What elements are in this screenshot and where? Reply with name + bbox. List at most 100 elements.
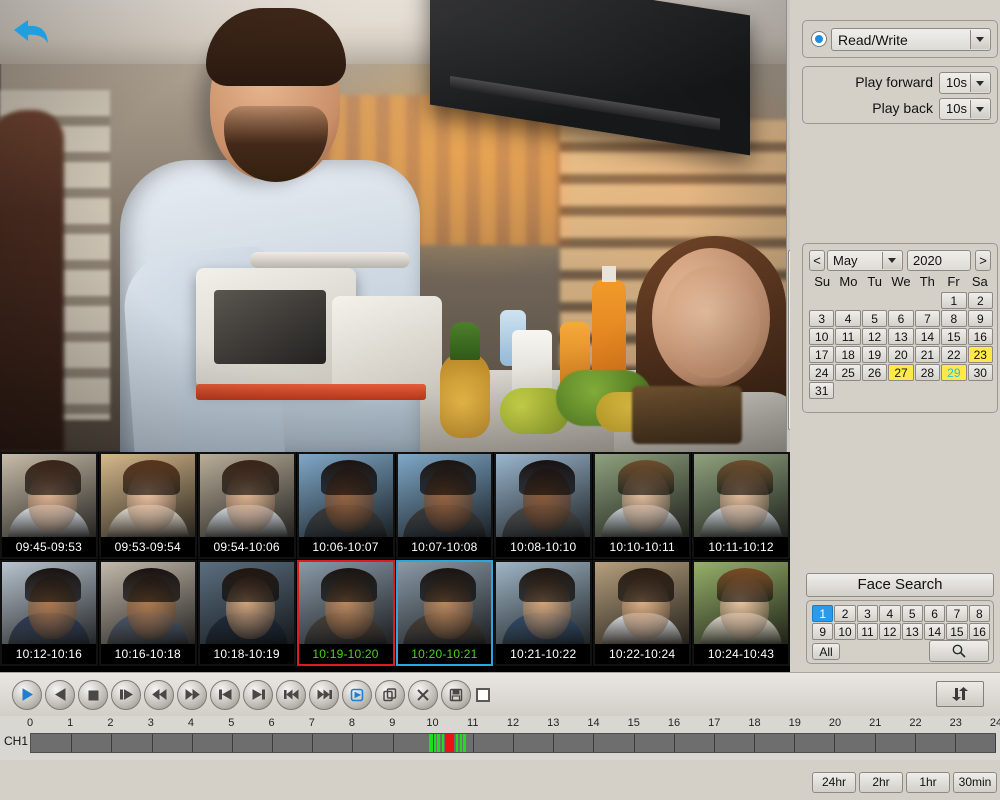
calendar-day-28[interactable]: 28 [915,364,940,381]
previous-file-button[interactable] [276,680,306,710]
calendar-day-20[interactable]: 20 [888,346,913,363]
timeline-recording-segment[interactable] [434,734,436,752]
mode-select[interactable]: Read/Write [831,28,991,51]
calendar-day-8[interactable]: 8 [941,310,966,327]
channel-button-10[interactable]: 10 [834,623,855,640]
scrollbar-thumb[interactable] [788,250,790,430]
calendar-day-14[interactable]: 14 [915,328,940,345]
calendar-day-23[interactable]: 23 [968,346,993,363]
calendar-day-7[interactable]: 7 [915,310,940,327]
channel-button-11[interactable]: 11 [857,623,878,640]
next-file-button[interactable] [309,680,339,710]
channel-button-3[interactable]: 3 [857,605,878,622]
calendar-day-25[interactable]: 25 [835,364,860,381]
face-thumbnail[interactable]: 10:16-10:18 [99,560,197,667]
calendar-day-18[interactable]: 18 [835,346,860,363]
channel-button-1[interactable]: 1 [812,605,833,622]
face-thumbnail[interactable]: 09:45-09:53 [0,452,98,559]
calendar-day-22[interactable]: 22 [941,346,966,363]
face-thumbnail[interactable]: 10:24-10:43 [692,560,790,667]
clip-start-button[interactable] [342,680,372,710]
calendar-day-10[interactable]: 10 [809,328,834,345]
channel-all-button[interactable]: All [812,643,840,660]
face-thumbnail[interactable]: 10:06-10:07 [297,452,395,559]
timeline-recording-segment[interactable] [429,734,432,752]
channel-button-5[interactable]: 5 [902,605,923,622]
slow-play-button[interactable] [111,680,141,710]
timeline-recording-segment[interactable] [463,734,465,752]
face-thumbnail[interactable]: 10:22-10:24 [593,560,691,667]
calendar-day-6[interactable]: 6 [888,310,913,327]
channel-button-14[interactable]: 14 [924,623,945,640]
previous-frame-button[interactable] [210,680,240,710]
back-arrow-icon[interactable] [10,14,54,48]
channel-button-8[interactable]: 8 [969,605,990,622]
chevron-down-icon[interactable] [970,100,989,118]
face-thumbnail[interactable]: 10:19-10:20 [297,560,395,667]
channel-button-6[interactable]: 6 [924,605,945,622]
face-thumbnail[interactable]: 10:10-10:11 [593,452,691,559]
calendar-day-24[interactable]: 24 [809,364,834,381]
rewind-button[interactable] [144,680,174,710]
calendar-day-21[interactable]: 21 [915,346,940,363]
channel-button-15[interactable]: 15 [946,623,967,640]
channel-button-7[interactable]: 7 [946,605,967,622]
face-thumbnail[interactable]: 09:54-10:06 [198,452,296,559]
calendar-day-17[interactable]: 17 [809,346,834,363]
face-search-title[interactable]: Face Search [806,573,994,597]
timeline-recording-segment[interactable] [456,734,458,752]
sync-icon[interactable] [936,681,984,707]
face-search-button[interactable] [929,640,989,662]
timeline-recording-segment[interactable] [445,734,454,752]
channel-button-12[interactable]: 12 [879,623,900,640]
calendar-day-13[interactable]: 13 [888,328,913,345]
read-write-radio[interactable] [811,31,827,47]
play-forward-select[interactable]: 10s [939,72,991,94]
save-button[interactable] [441,680,471,710]
calendar-day-29[interactable]: 29 [941,364,966,381]
face-thumbnail[interactable]: 10:07-10:08 [396,452,494,559]
video-preview-pane[interactable] [0,0,790,452]
clip-copy-button[interactable] [375,680,405,710]
channel-button-16[interactable]: 16 [969,623,990,640]
face-thumbnail[interactable]: 10:12-10:16 [0,560,98,667]
range-button-2hr[interactable]: 2hr [859,772,903,793]
range-button-24hr[interactable]: 24hr [812,772,856,793]
channel-button-13[interactable]: 13 [902,623,923,640]
calendar-day-3[interactable]: 3 [809,310,834,327]
calendar-next-button[interactable]: > [975,250,991,271]
calendar-month-select[interactable]: May [827,250,903,271]
timeline-recording-segment[interactable] [442,734,444,752]
calendar-prev-button[interactable]: < [809,250,825,271]
calendar-day-4[interactable]: 4 [835,310,860,327]
play-button[interactable] [12,680,42,710]
calendar-day-1[interactable]: 1 [941,292,966,309]
face-thumbnail[interactable]: 10:21-10:22 [494,560,592,667]
chevron-down-icon[interactable] [970,30,989,49]
calendar-day-26[interactable]: 26 [862,364,887,381]
chevron-down-icon[interactable] [882,252,901,269]
range-button-1hr[interactable]: 1hr [906,772,950,793]
calendar-day-27[interactable]: 27 [888,364,913,381]
stop-button[interactable] [78,680,108,710]
calendar-year-field[interactable]: 2020 [907,250,971,271]
face-thumbnail[interactable]: 10:08-10:10 [494,452,592,559]
timeline-track[interactable] [30,733,996,753]
face-thumbnail[interactable]: 10:20-10:21 [396,560,494,667]
calendar-day-16[interactable]: 16 [968,328,993,345]
reverse-play-button[interactable] [45,680,75,710]
calendar-day-31[interactable]: 31 [809,382,834,399]
calendar-day-19[interactable]: 19 [862,346,887,363]
calendar-day-5[interactable]: 5 [862,310,887,327]
range-button-30min[interactable]: 30min [953,772,997,793]
face-thumbnail[interactable]: 09:53-09:54 [99,452,197,559]
timeline-recording-segment[interactable] [437,734,439,752]
video-vertical-scrollbar[interactable] [786,0,790,452]
play-back-select[interactable]: 10s [939,98,991,120]
timeline-recording-segment[interactable] [460,734,462,752]
fast-forward-button[interactable] [177,680,207,710]
channel-button-9[interactable]: 9 [812,623,833,640]
channel-button-2[interactable]: 2 [834,605,855,622]
calendar-day-15[interactable]: 15 [941,328,966,345]
calendar-day-30[interactable]: 30 [968,364,993,381]
